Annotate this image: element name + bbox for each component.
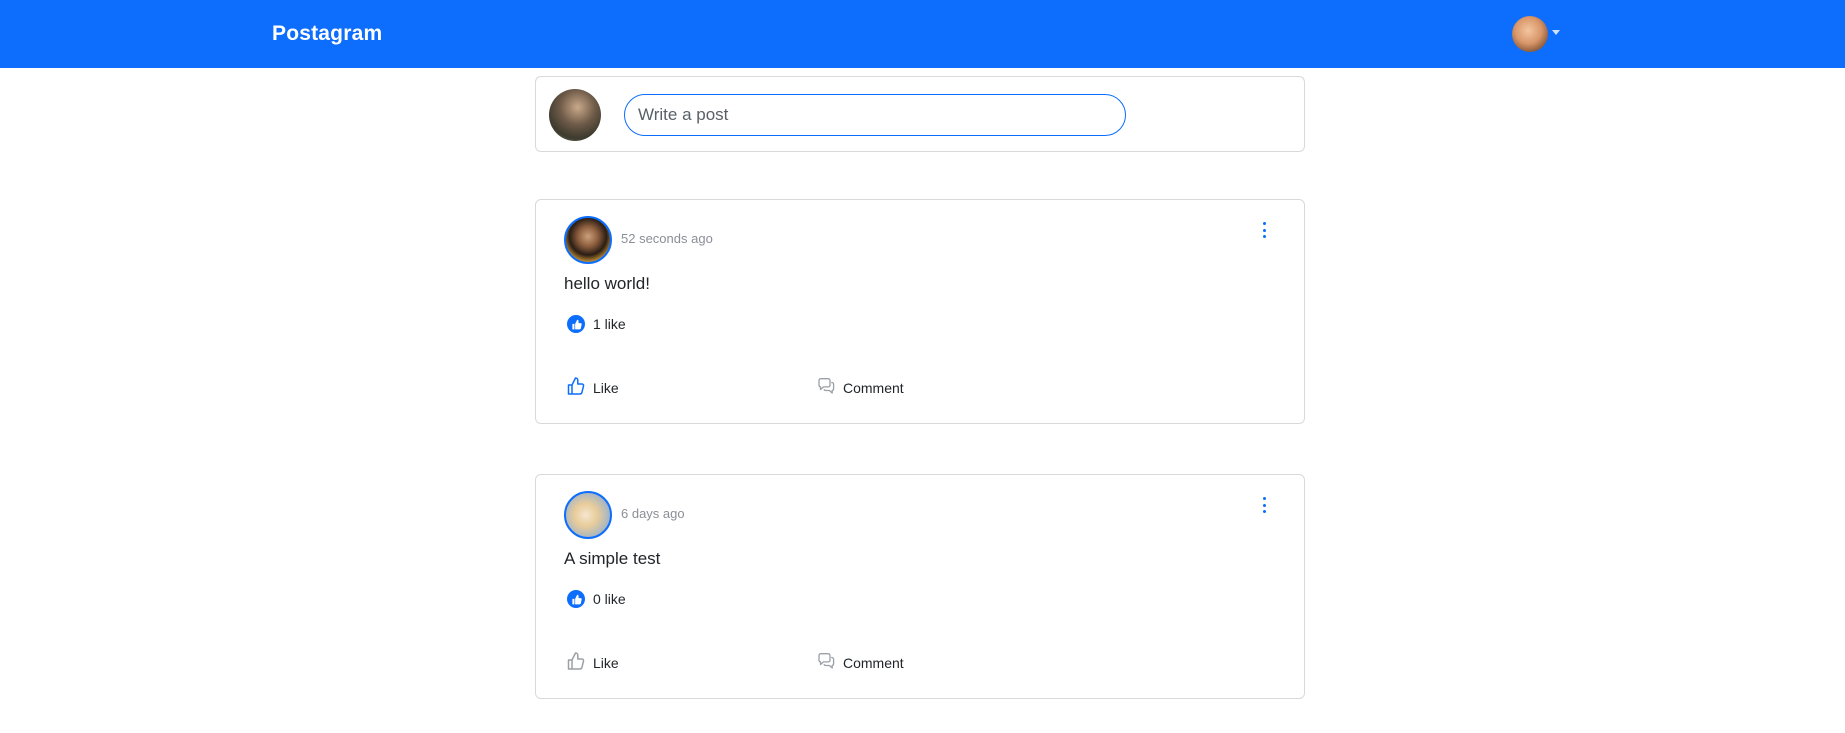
post-composer (535, 76, 1305, 152)
brand-logo[interactable]: Postagram (272, 22, 382, 46)
top-navbar: Postagram (0, 0, 1845, 68)
like-count-label: 1 like (593, 316, 626, 332)
more-vertical-icon[interactable] (1260, 495, 1268, 515)
like-count: 0 like (567, 590, 626, 608)
comment-bubbles-icon (816, 651, 836, 674)
avatar (549, 89, 601, 141)
post-content: hello world! (564, 274, 650, 293)
write-post-input[interactable] (624, 94, 1126, 136)
like-count: 1 like (567, 315, 626, 333)
post-content: A simple test (564, 549, 661, 568)
chevron-down-icon (1552, 29, 1560, 35)
comment-button[interactable]: Comment (816, 651, 904, 674)
post-card: 6 days ago A simple test 0 like Like Com… (535, 474, 1305, 699)
comment-button-label: Comment (843, 654, 904, 671)
post-card: 52 seconds ago hello world! 1 like Like … (535, 199, 1305, 424)
like-button-label: Like (593, 654, 619, 671)
comment-bubbles-icon (816, 376, 836, 399)
post-timestamp: 52 seconds ago (621, 231, 713, 246)
avatar[interactable] (564, 216, 612, 264)
comment-button[interactable]: Comment (816, 376, 904, 399)
comment-button-label: Comment (843, 379, 904, 396)
thumbs-up-icon (567, 315, 585, 333)
like-count-label: 0 like (593, 591, 626, 607)
more-vertical-icon[interactable] (1260, 220, 1268, 240)
avatar[interactable] (1512, 16, 1548, 52)
thumbs-up-outline-icon (566, 376, 586, 399)
like-button[interactable]: Like (566, 651, 619, 674)
like-button-label: Like (593, 379, 619, 396)
avatar[interactable] (564, 491, 612, 539)
post-timestamp: 6 days ago (621, 506, 685, 521)
thumbs-up-icon (567, 590, 585, 608)
like-button[interactable]: Like (566, 376, 619, 399)
thumbs-up-outline-icon (566, 651, 586, 674)
user-menu-toggle[interactable] (1512, 15, 1560, 53)
